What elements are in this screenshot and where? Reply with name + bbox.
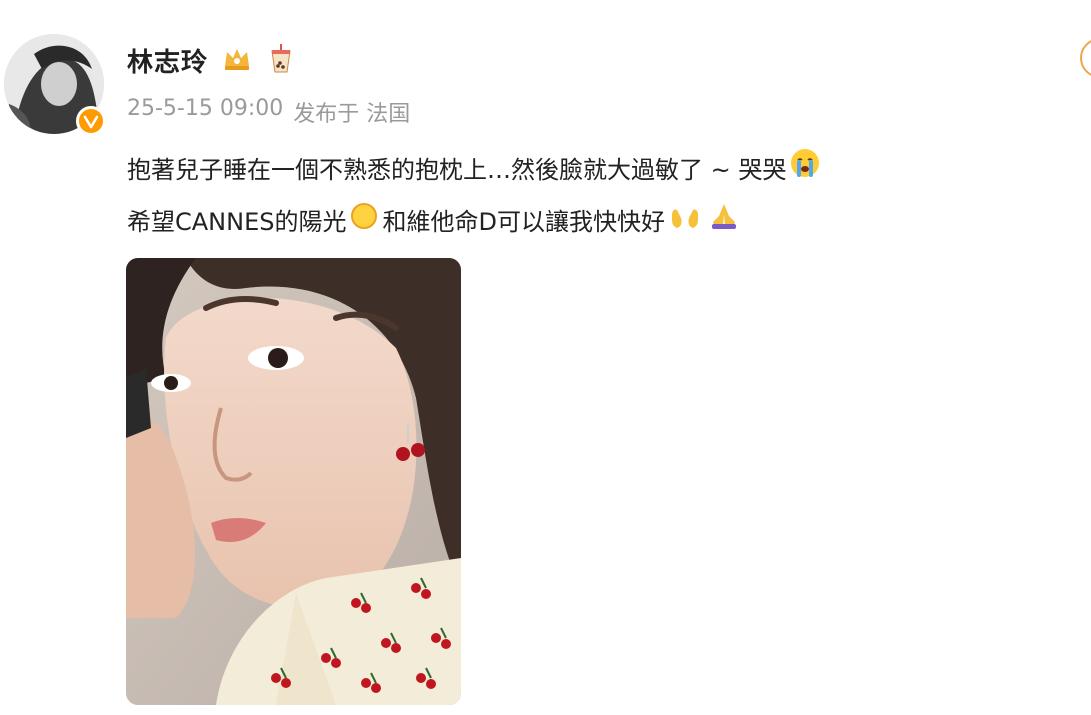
bubble-tea-icon[interactable]: [270, 44, 292, 78]
post-content: 抱著兒子睡在一個不熟悉的抱枕上…然後臉就大過敏了 ~ 哭哭 希望CANNES的陽…: [127, 144, 1057, 248]
more-options-button[interactable]: [1080, 38, 1091, 78]
open-hands-icon: [669, 196, 701, 248]
username[interactable]: 林志玲: [127, 42, 208, 79]
post-text-line2a: 希望CANNES的陽光: [127, 208, 347, 236]
post-timestamp[interactable]: 25-5-15 09:00: [127, 96, 283, 128]
verified-badge-icon: [76, 106, 106, 136]
post-meta: 25-5-15 09:00 发布于 法国: [127, 96, 410, 128]
post-line-1: 抱著兒子睡在一個不熟悉的抱枕上…然後臉就大過敏了 ~ 哭哭: [127, 144, 1057, 196]
crown-badge-icon[interactable]: [222, 46, 252, 76]
user-badges: [222, 44, 292, 78]
post-line-2: 希望CANNES的陽光 和維他命D可以讓我快快好: [127, 196, 1057, 248]
post-text-line2b: 和維他命D可以讓我快快好: [382, 208, 665, 236]
sun-icon: [350, 196, 378, 248]
post-image[interactable]: [126, 258, 461, 705]
post-text-line1: 抱著兒子睡在一個不熟悉的抱枕上…然後臉就大過敏了 ~ 哭哭: [127, 156, 787, 184]
post-location: 发布于 法国: [293, 102, 411, 127]
weibo-post: 林志玲 25-5-15 09:00 发布于 法国 抱著兒子睡在一個不熟悉的抱枕上…: [0, 0, 1091, 715]
praying-hands-icon: [709, 196, 739, 248]
crying-face-icon: [790, 144, 820, 196]
